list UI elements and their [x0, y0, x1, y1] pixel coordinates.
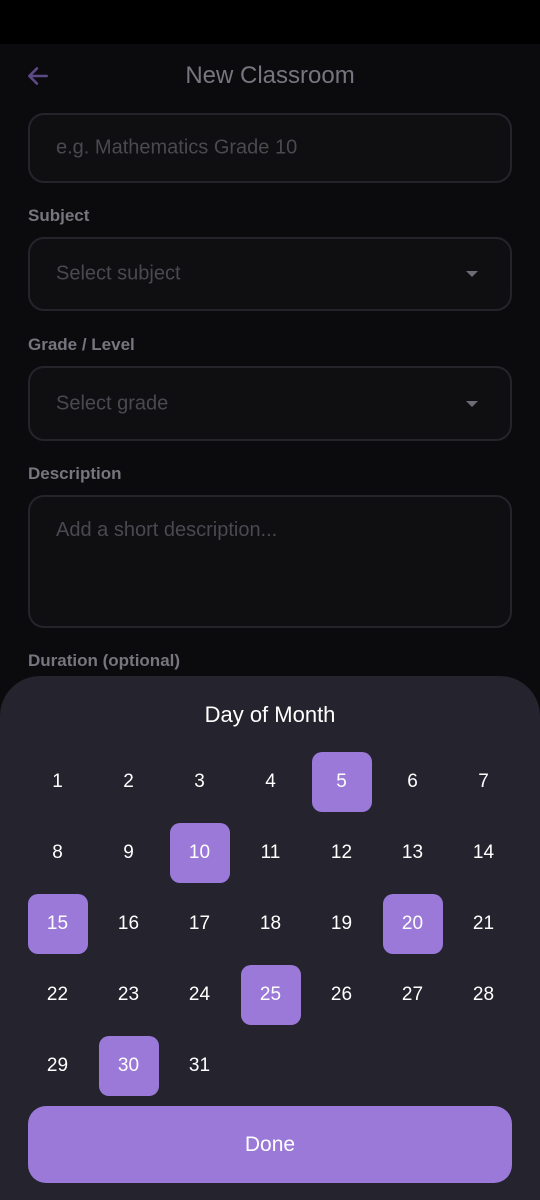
day-cell[interactable]: 12	[306, 817, 377, 888]
day-cell[interactable]: 18	[235, 888, 306, 959]
page-title: New Classroom	[185, 62, 355, 89]
day-label: 16	[117, 912, 140, 934]
day-label-selected: 20	[382, 893, 443, 954]
day-label: 26	[330, 983, 353, 1005]
duration-label: Duration (optional)	[28, 651, 181, 670]
day-label: 6	[407, 770, 418, 792]
day-cell[interactable]: 24	[164, 959, 235, 1030]
dropdown-arrow-icon	[466, 271, 478, 277]
day-cell[interactable]: 11	[235, 817, 306, 888]
status-bar	[0, 0, 540, 44]
day-cell[interactable]: 23	[93, 959, 164, 1030]
description-placeholder: Add a short description...	[56, 519, 278, 541]
grade-select[interactable]: Select grade	[28, 366, 512, 441]
day-label: 1	[52, 770, 63, 792]
day-label: 7	[478, 770, 489, 792]
done-button[interactable]: Done	[28, 1106, 512, 1183]
day-label: 11	[260, 841, 281, 863]
day-cell[interactable]: 4	[235, 746, 306, 817]
subject-placeholder: Select subject	[56, 262, 181, 285]
classroom-name-placeholder: e.g. Mathematics Grade 10	[56, 136, 298, 159]
day-label-selected: 15	[27, 893, 88, 954]
day-cell[interactable]: 30	[93, 1030, 164, 1101]
day-cell[interactable]: 15	[22, 888, 93, 959]
day-cell[interactable]: 9	[93, 817, 164, 888]
day-label: 9	[123, 841, 134, 863]
day-label: 18	[259, 912, 282, 934]
day-label: 19	[330, 912, 353, 934]
day-of-month-sheet: Day of Month 1 2 3 4 5 6 7 8 9 10 11 12 13 14 15 16 17 18…	[0, 676, 540, 1200]
day-label-selected: 25	[240, 964, 301, 1025]
day-label: 22	[46, 983, 69, 1005]
day-label: 2	[123, 770, 134, 792]
subject-label: Subject	[28, 206, 90, 225]
day-cell[interactable]: 5	[306, 746, 377, 817]
day-label: 8	[52, 841, 63, 863]
day-cell[interactable]: 28	[448, 959, 519, 1030]
day-cell[interactable]: 10	[164, 817, 235, 888]
subject-select[interactable]: Select subject	[28, 237, 512, 311]
day-cell[interactable]: 19	[306, 888, 377, 959]
day-label: 13	[401, 841, 424, 863]
day-cell[interactable]: 6	[377, 746, 448, 817]
day-label: 23	[117, 983, 140, 1005]
day-cell[interactable]: 22	[22, 959, 93, 1030]
day-cell[interactable]: 16	[93, 888, 164, 959]
day-grid: 1 2 3 4 5 6 7 8 9 10 11 12 13 14 15 16 17 18 19 20 21 22 23 24 2…	[22, 746, 518, 1101]
description-textarea[interactable]: Add a short description...	[28, 495, 512, 628]
grade-placeholder: Select grade	[56, 392, 169, 414]
day-label: 28	[472, 983, 495, 1005]
sheet-title: Day of Month	[204, 702, 336, 727]
day-cell[interactable]: 31	[164, 1030, 235, 1101]
day-label: 3	[194, 770, 205, 792]
day-label: 12	[330, 841, 353, 863]
day-label: 27	[401, 983, 424, 1005]
day-label-selected: 5	[311, 751, 372, 812]
day-cell[interactable]: 26	[306, 959, 377, 1030]
day-cell[interactable]: 20	[377, 888, 448, 959]
day-cell[interactable]: 13	[377, 817, 448, 888]
day-cell[interactable]: 17	[164, 888, 235, 959]
day-cell[interactable]: 25	[235, 959, 306, 1030]
day-cell[interactable]: 14	[448, 817, 519, 888]
classroom-name-input[interactable]: e.g. Mathematics Grade 10	[28, 113, 512, 183]
day-label: 24	[188, 983, 211, 1005]
day-cell[interactable]: 7	[448, 746, 519, 817]
day-label: 29	[46, 1054, 69, 1076]
day-label: 17	[188, 912, 211, 934]
day-cell[interactable]: 3	[164, 746, 235, 817]
day-label: 14	[472, 841, 495, 863]
day-label-selected: 30	[98, 1035, 159, 1096]
day-cell[interactable]: 27	[377, 959, 448, 1030]
day-label: 21	[472, 912, 495, 934]
day-cell[interactable]: 8	[22, 817, 93, 888]
day-label-selected: 10	[169, 822, 230, 883]
day-cell[interactable]: 21	[448, 888, 519, 959]
day-cell[interactable]: 1	[22, 746, 93, 817]
header: New Classroom	[0, 44, 540, 108]
day-label: 4	[265, 770, 276, 792]
description-label: Description	[28, 464, 122, 483]
dropdown-arrow-icon	[466, 400, 478, 407]
day-label: 31	[188, 1054, 211, 1076]
day-cell[interactable]: 2	[93, 746, 164, 817]
day-cell[interactable]: 29	[22, 1030, 93, 1101]
grade-label: Grade / Level	[28, 335, 135, 354]
